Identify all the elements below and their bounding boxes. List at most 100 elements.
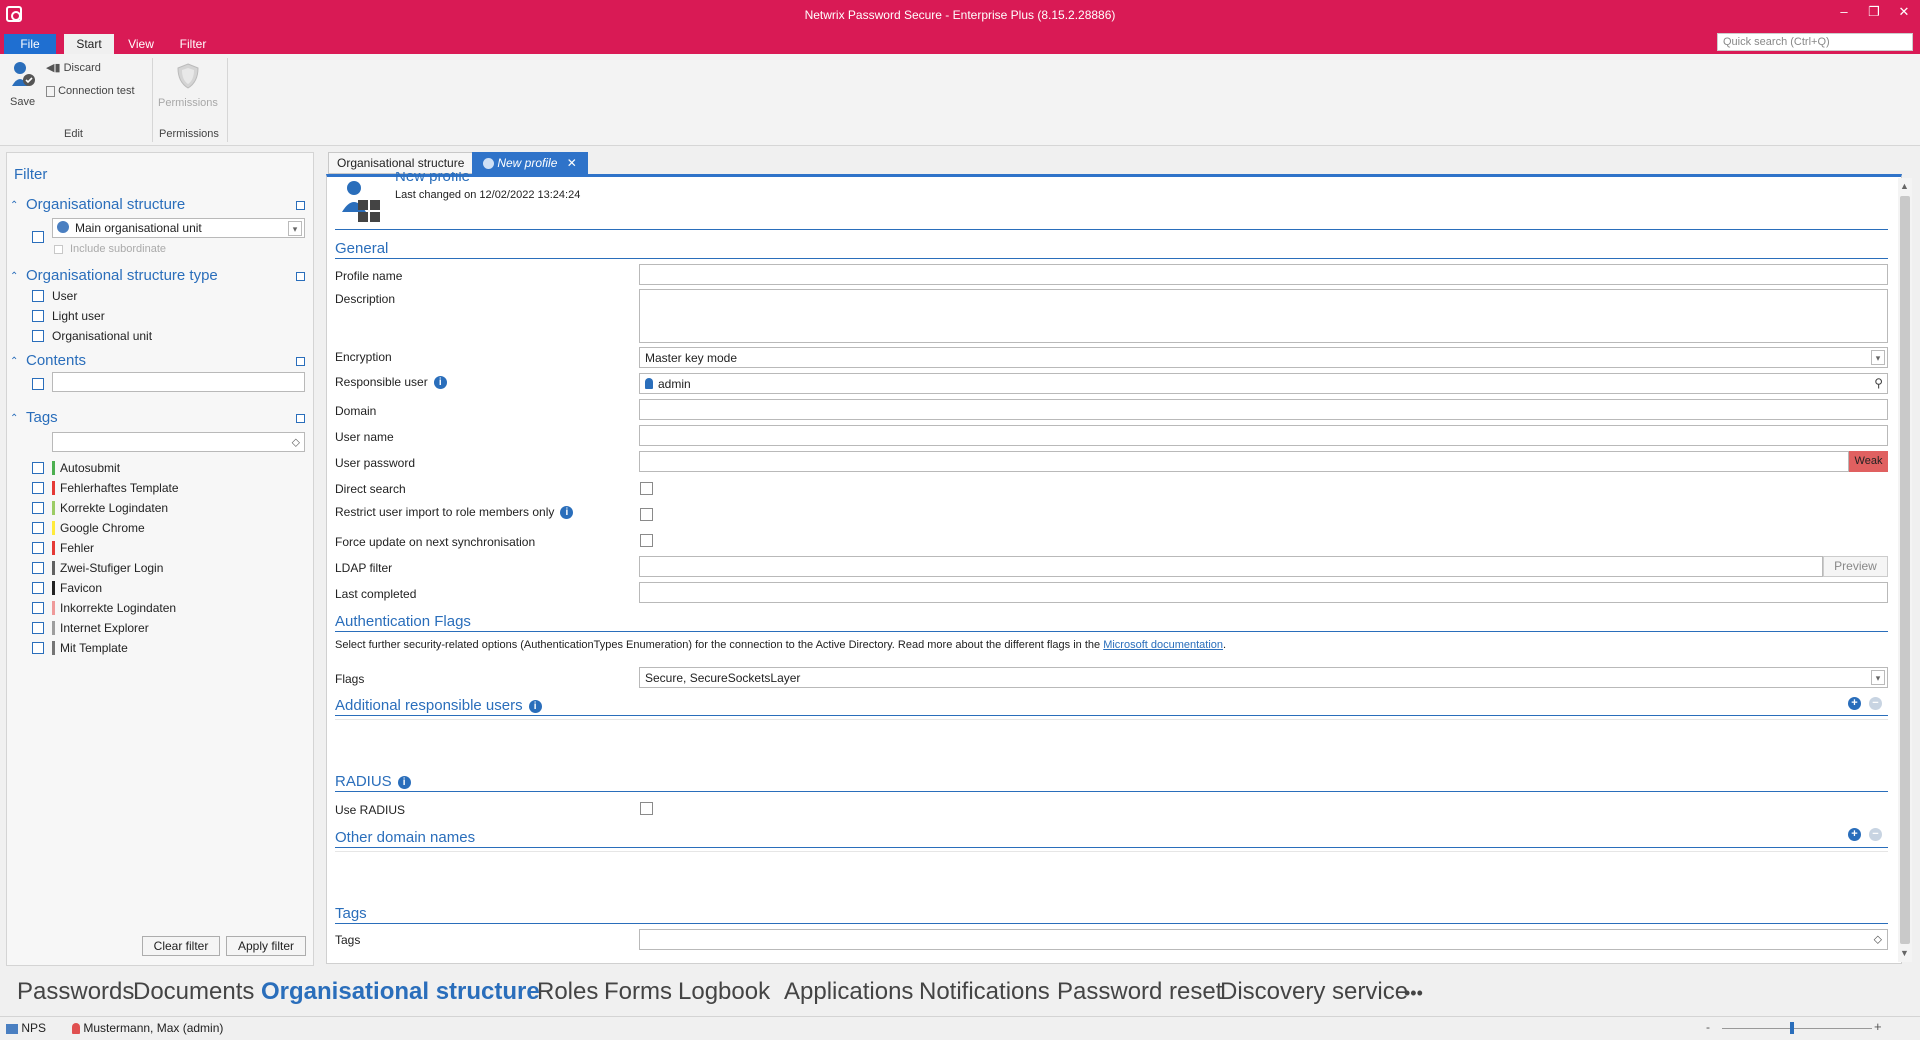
flags-select[interactable]: Secure, SecureSocketsLayer ▾ [639, 667, 1888, 688]
collapse-icon[interactable]: ⌃ [10, 271, 20, 282]
nav-password-reset[interactable]: Password reset [1057, 978, 1222, 1006]
microsoft-docs-link[interactable]: Microsoft documentation [1103, 639, 1223, 651]
tab-file[interactable]: File [4, 34, 56, 54]
zoom-in-icon[interactable]: + [1874, 1019, 1882, 1034]
tag-label: Zwei-Stufiger Login [60, 561, 164, 575]
nav-documents[interactable]: Documents [133, 978, 254, 1006]
database-name: NPS [21, 1021, 47, 1035]
user-icon [645, 378, 653, 389]
current-user-name: Mustermann, Max (admin) [83, 1021, 224, 1035]
contents-input[interactable] [52, 372, 305, 392]
user-name-input[interactable] [639, 425, 1888, 446]
org-type-toggle[interactable] [296, 272, 305, 281]
encryption-select[interactable]: Master key mode ▾ [639, 347, 1888, 368]
type-light-user-checkbox[interactable] [32, 310, 44, 322]
scroll-up-icon[interactable]: ▲ [1900, 181, 1909, 191]
tab-start[interactable]: Start [64, 34, 114, 54]
tab-new-profile[interactable]: New profile ✕ [472, 152, 588, 174]
nav-applications[interactable]: Applications [784, 978, 913, 1006]
collapse-icon[interactable]: ⌃ [10, 413, 20, 424]
org-unit-select[interactable]: Main organisational unit ▾ [52, 218, 305, 238]
tag-checkbox[interactable] [32, 582, 44, 594]
description-input[interactable] [639, 289, 1888, 343]
zoom-slider-thumb[interactable] [1790, 1022, 1794, 1034]
domain-input[interactable] [639, 399, 1888, 420]
connection-test-button[interactable]: Connection test [46, 85, 135, 97]
ldap-filter-input[interactable] [639, 556, 1823, 577]
tag-checkbox[interactable] [32, 562, 44, 574]
collapse-icon[interactable]: ⌃ [10, 200, 20, 211]
save-button[interactable] [10, 60, 35, 92]
remove-icon[interactable]: − [1869, 697, 1882, 710]
tag-checkbox[interactable] [32, 482, 44, 494]
minimize-icon[interactable]: – [1830, 2, 1858, 22]
add-icon[interactable]: + [1848, 828, 1861, 841]
add-icon[interactable]: + [1848, 697, 1861, 710]
info-icon[interactable]: i [528, 699, 542, 713]
use-radius-checkbox[interactable] [640, 802, 653, 815]
close-icon[interactable]: ✕ [1890, 2, 1918, 22]
org-unit-icon [57, 221, 69, 233]
ribbon [0, 54, 1920, 146]
include-subordinate-checkbox[interactable] [54, 245, 63, 254]
current-user-status: Mustermann, Max (admin) [72, 1021, 223, 1035]
window-title: Netwrix Password Secure - Enterprise Plu… [804, 8, 1116, 22]
org-structure-toggle[interactable] [296, 201, 305, 210]
tab-organisational-structure[interactable]: Organisational structure [328, 152, 474, 174]
info-icon[interactable]: i [433, 376, 447, 390]
nav-roles[interactable]: Roles [537, 978, 598, 1006]
nav-logbook[interactable]: Logbook [678, 978, 770, 1006]
zoom-slider[interactable] [1722, 1028, 1872, 1029]
tag-color-swatch [52, 561, 55, 575]
nav-discovery-service[interactable]: Discovery service [1220, 978, 1408, 1006]
tag-checkbox[interactable] [32, 502, 44, 514]
permissions-button[interactable] [176, 62, 200, 93]
info-icon[interactable]: i [560, 506, 574, 520]
nav-more-icon[interactable]: ••• [1404, 983, 1423, 1004]
quick-search-input[interactable]: Quick search (Ctrl+Q) [1717, 33, 1913, 51]
tag-checkbox[interactable] [32, 542, 44, 554]
responsible-user-input[interactable]: admin ⚲ [639, 373, 1888, 394]
apply-filter-button[interactable]: Apply filter [226, 936, 306, 956]
zoom-out-icon[interactable]: - [1706, 1020, 1710, 1034]
additional-users-list[interactable] [335, 719, 1888, 764]
tags-search-input[interactable]: ⬦ [52, 432, 305, 452]
tags-toggle[interactable] [296, 414, 305, 423]
nav-forms[interactable]: Forms [604, 978, 672, 1006]
type-org-unit-checkbox[interactable] [32, 330, 44, 342]
scroll-down-icon[interactable]: ▼ [1900, 948, 1909, 958]
search-icon[interactable]: ⚲ [1874, 376, 1883, 390]
tag-checkbox[interactable] [32, 462, 44, 474]
nav-organisational-structure[interactable]: Organisational structure [261, 978, 540, 1006]
contents-toggle[interactable] [296, 357, 305, 366]
force-update-checkbox[interactable] [640, 534, 653, 547]
type-user-checkbox[interactable] [32, 290, 44, 302]
nav-notifications[interactable]: Notifications [919, 978, 1050, 1006]
tag-checkbox[interactable] [32, 642, 44, 654]
direct-search-checkbox[interactable] [640, 482, 653, 495]
tag-checkbox[interactable] [32, 602, 44, 614]
org-structure-checkbox[interactable] [32, 231, 44, 243]
tag-checkbox[interactable] [32, 522, 44, 534]
preview-button[interactable]: Preview [1823, 556, 1888, 577]
nav-passwords[interactable]: Passwords [17, 978, 134, 1006]
tab-filter[interactable]: Filter [170, 34, 216, 54]
restrict-import-checkbox[interactable] [640, 508, 653, 521]
remove-icon[interactable]: − [1869, 828, 1882, 841]
clear-filter-button[interactable]: Clear filter [142, 936, 220, 956]
scrollbar-thumb[interactable] [1900, 196, 1910, 944]
tag-checkbox[interactable] [32, 622, 44, 634]
discard-button[interactable]: ◀▮ Discard [46, 61, 101, 74]
other-domains-list[interactable] [335, 851, 1888, 896]
collapse-icon[interactable]: ⌃ [10, 356, 20, 367]
tab-view[interactable]: View [120, 34, 162, 54]
profile-name-input[interactable] [639, 264, 1888, 285]
restore-icon[interactable]: ❐ [1860, 2, 1888, 22]
contents-checkbox[interactable] [32, 378, 44, 390]
last-completed-input[interactable] [639, 582, 1888, 603]
permissions-label: Permissions [158, 97, 218, 109]
tags-input[interactable]: ⬦ [639, 929, 1888, 950]
user-password-input[interactable] [639, 451, 1849, 472]
info-icon[interactable]: i [397, 775, 411, 789]
close-tab-icon[interactable]: ✕ [567, 156, 577, 170]
